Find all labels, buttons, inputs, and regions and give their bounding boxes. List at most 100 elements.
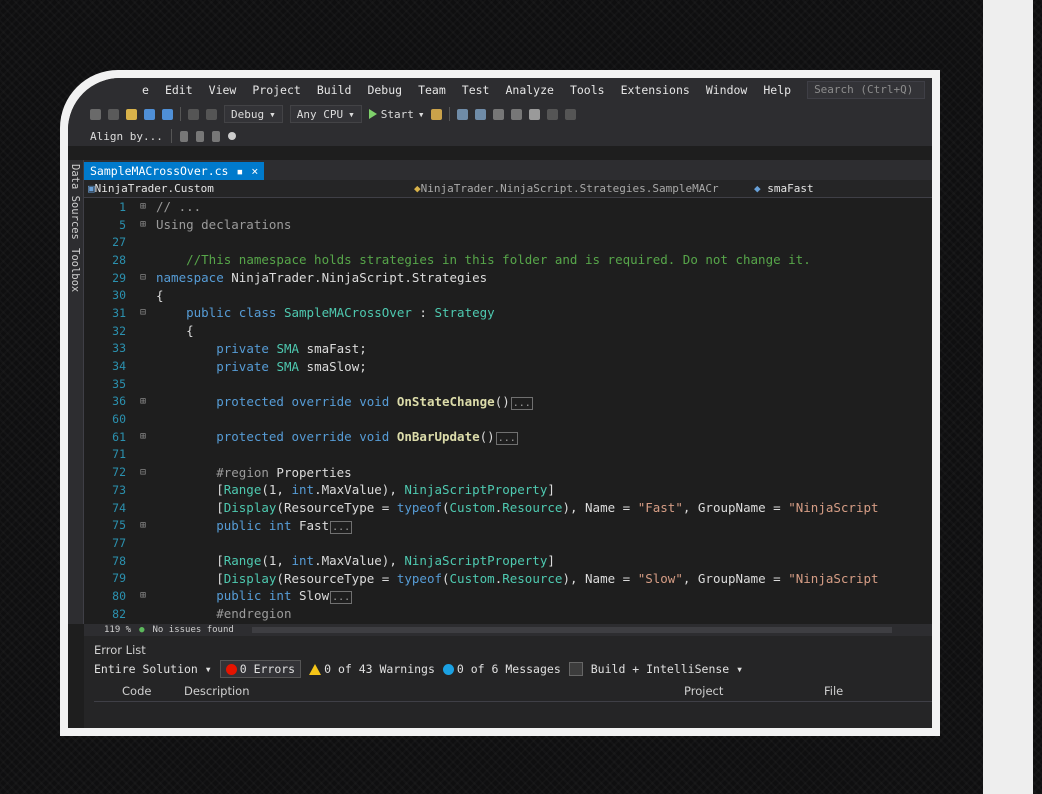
search-input[interactable]: Search (Ctrl+Q) — [807, 81, 926, 99]
back-icon[interactable] — [90, 108, 101, 120]
zoom-level[interactable]: 119 % — [104, 625, 131, 635]
attach-icon[interactable] — [431, 108, 443, 120]
code-line[interactable]: 27 — [84, 233, 932, 251]
column-code[interactable]: Code — [94, 684, 184, 698]
code-line[interactable]: 73 [Range(1, int.MaxValue), NinjaScriptP… — [84, 481, 932, 499]
code-line[interactable]: 77 — [84, 534, 932, 552]
menu-item-team[interactable]: Team — [410, 83, 454, 97]
fold-toggle-icon[interactable]: ⊞ — [130, 201, 156, 212]
code-line[interactable]: 60 — [84, 410, 932, 428]
code-line[interactable]: 32 { — [84, 322, 932, 340]
code-line[interactable]: 1 ⊞// ... — [84, 198, 932, 216]
messages-label: 0 of 6 Messages — [456, 662, 561, 676]
toolbox-tab[interactable]: Toolbox — [68, 244, 82, 296]
start-button[interactable]: Start ▾ — [368, 108, 424, 121]
align-left-icon[interactable] — [179, 130, 188, 142]
code-editor[interactable]: 1 ⊞// ... 5 ⊞ Using declarations 27 28 //This … — [84, 198, 932, 624]
menu-item-tools[interactable]: Tools — [562, 83, 613, 97]
column-project[interactable]: Project — [684, 684, 824, 698]
align-by-dropdown[interactable]: Align by... — [90, 130, 163, 143]
align-right-icon[interactable] — [211, 130, 220, 142]
scope-dropdown[interactable]: Entire Solution ▾ — [94, 662, 212, 676]
menu-item-project[interactable]: Project — [244, 83, 308, 97]
record-icon[interactable] — [227, 132, 236, 140]
member-dropdown[interactable]: ◆ smaFast — [750, 182, 814, 195]
code-line[interactable]: 35 — [84, 375, 932, 393]
menu-item-analyze[interactable]: Analyze — [497, 83, 561, 97]
code-line[interactable]: 5 ⊞ Using declarations — [84, 216, 932, 234]
new-project-icon[interactable] — [108, 108, 119, 120]
fold-toggle-icon[interactable]: ⊟ — [130, 272, 156, 283]
horizontal-scrollbar[interactable] — [251, 627, 892, 633]
messages-filter[interactable]: 0 of 6 Messages — [442, 662, 561, 676]
code-line[interactable]: 36 ⊞ protected override void OnStateChang… — [84, 393, 932, 411]
menu-item-test[interactable]: Test — [454, 83, 498, 97]
menu-item-edit[interactable]: Edit — [157, 83, 201, 97]
menu-item-view[interactable]: View — [201, 83, 245, 97]
open-folder-icon[interactable] — [126, 108, 137, 120]
save-all-icon[interactable] — [162, 108, 173, 120]
bookmark-icon[interactable] — [529, 108, 541, 120]
close-icon[interactable]: × — [251, 164, 258, 178]
code-line[interactable]: 33 private SMA smaFast; — [84, 340, 932, 358]
menu-item-build[interactable]: Build — [309, 83, 360, 97]
warnings-label: 0 of 43 Warnings — [324, 662, 435, 676]
redo-icon[interactable] — [206, 108, 217, 120]
code-line[interactable]: 72 ⊟ #region Properties — [84, 463, 932, 481]
fold-toggle-icon[interactable]: ⊞ — [130, 520, 156, 531]
code-line[interactable]: 31 ⊟ public class SampleMACrossOver : Str… — [84, 304, 932, 322]
code-line[interactable]: 80 ⊞ public int Slow... — [84, 587, 932, 605]
menu-item-window[interactable]: Window — [698, 83, 756, 97]
code-line[interactable]: 34 private SMA smaSlow; — [84, 357, 932, 375]
code-line[interactable]: 79 [Display(ResourceType = typeof(Custom… — [84, 569, 932, 587]
line-number: 27 — [112, 235, 126, 250]
column-description[interactable]: Description — [184, 684, 684, 698]
find-icon[interactable] — [457, 108, 469, 120]
fold-toggle-icon[interactable]: ⊞ — [130, 396, 156, 407]
next-bookmark-icon[interactable] — [565, 108, 577, 120]
code-line[interactable]: 29 ⊟ namespace NinjaTrader.NinjaScript.Str… — [84, 269, 932, 287]
fold-toggle-icon[interactable]: ⊞ — [130, 590, 156, 601]
code-line[interactable]: 28 //This namespace holds strategies in … — [84, 251, 932, 269]
build-intellisense-dropdown[interactable]: Build + IntelliSense ▾ — [591, 662, 743, 676]
project-dropdown[interactable]: ▣NinjaTrader.Custom — [84, 182, 410, 195]
pin-icon[interactable]: ▪ — [236, 164, 243, 178]
menu-item-help[interactable]: Help — [755, 83, 799, 97]
code-text: //This namespace holds strategies in thi… — [186, 252, 811, 268]
line-number: 32 — [112, 323, 126, 338]
prev-bookmark-icon[interactable] — [547, 108, 559, 120]
errors-filter[interactable]: 0 Errors — [219, 660, 302, 678]
document-tab[interactable]: SampleMACrossOver.cs ▪ × — [84, 162, 265, 180]
fold-toggle-icon[interactable]: ⊟ — [130, 467, 156, 478]
warnings-filter[interactable]: 0 of 43 Warnings — [309, 662, 435, 676]
indent-icon[interactable] — [493, 108, 505, 120]
code-line[interactable]: 75 ⊞ public int Fast... — [84, 516, 932, 534]
code-text: [Range(1, int.MaxValue), NinjaScriptProp… — [156, 553, 555, 569]
find-files-icon[interactable] — [475, 108, 487, 120]
data-sources-tab[interactable]: Data Sources — [68, 160, 82, 244]
filter-icon[interactable] — [568, 662, 583, 676]
menu-item-debug[interactable]: Debug — [359, 83, 410, 97]
align-center-icon[interactable] — [195, 130, 204, 142]
column-file[interactable]: File — [824, 684, 843, 698]
document-tab-label: SampleMACrossOver.cs — [90, 164, 229, 178]
menu-item-extensions[interactable]: Extensions — [613, 83, 698, 97]
save-icon[interactable] — [144, 108, 155, 120]
type-dropdown[interactable]: ◆NinjaTrader.NinjaScript.Strategies.Samp… — [410, 182, 750, 195]
fold-toggle-icon[interactable]: ⊞ — [130, 431, 156, 442]
configuration-dropdown[interactable]: Debug ▾ — [224, 105, 283, 123]
outdent-icon[interactable] — [511, 108, 523, 120]
csharp-project-icon: ▣ — [88, 182, 95, 195]
fold-toggle-icon[interactable]: ⊞ — [130, 219, 156, 230]
code-line[interactable]: 71 — [84, 446, 932, 464]
undo-icon[interactable] — [188, 108, 199, 120]
code-line[interactable]: 78 [Range(1, int.MaxValue), NinjaScriptP… — [84, 552, 932, 570]
code-line[interactable]: 82 #endregion — [84, 605, 932, 623]
platform-dropdown[interactable]: Any CPU ▾ — [289, 105, 362, 123]
fold-toggle-icon[interactable]: ⊟ — [130, 307, 156, 318]
menu-item-e[interactable]: e — [134, 83, 157, 97]
code-line[interactable]: 61 ⊞ protected override void OnBarUpdate(… — [84, 428, 932, 446]
code-line[interactable]: 74 [Display(ResourceType = typeof(Custom… — [84, 499, 932, 517]
issues-status[interactable]: No issues found — [153, 625, 234, 635]
code-line[interactable]: 30 { — [84, 286, 932, 304]
